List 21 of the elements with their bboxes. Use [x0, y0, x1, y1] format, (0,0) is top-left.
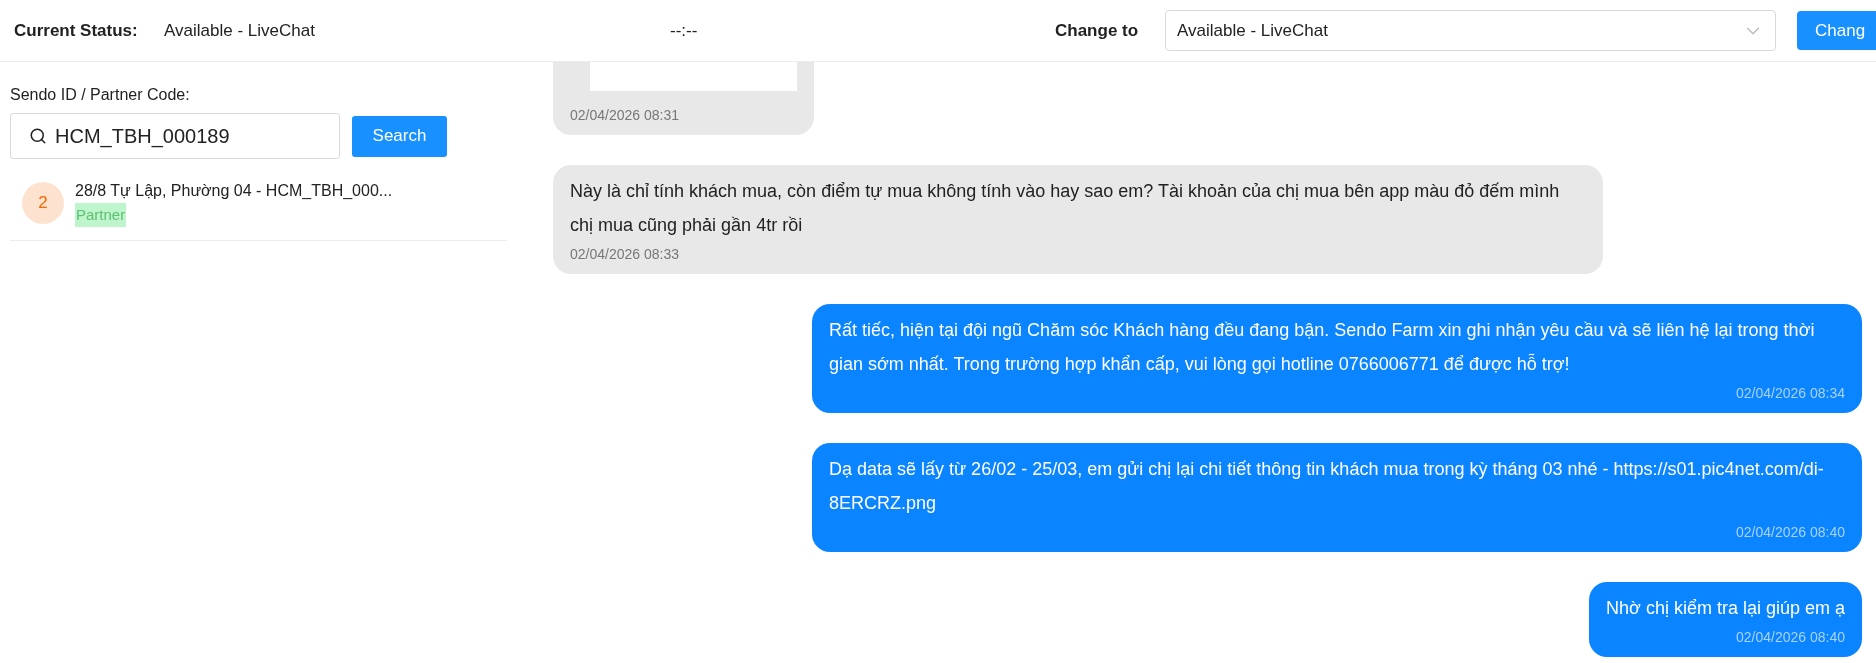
search-field[interactable]: HCM_TBH_000189	[10, 113, 340, 159]
current-status: Available - LiveChat	[164, 19, 316, 42]
search-label: Sendo ID / Partner Code:	[10, 85, 191, 105]
message-text: Rất tiếc, hiện tại đội ngũ Chăm sóc Khách hàng đều đang bận. Sendo Farm xin ghi nhận yêu cầu và sẽ liên hệ lại trong thời gian sớm nhất. Trong trường hợp khẩn cấp, vui lòng gọi hotline 0766006771 để được hỗ trợ!	[829, 319, 1816, 376]
message-time: 02/04/2026 08:40	[1736, 523, 1845, 542]
message-time: 02/04/2026 08:33	[570, 245, 679, 264]
timer: --:--	[670, 19, 699, 42]
change-to-label: Change to	[1055, 19, 1140, 42]
search-icon	[29, 127, 47, 145]
message-time: 02/04/2026 08:40	[1736, 628, 1845, 647]
partner-tag: Partner	[75, 203, 127, 227]
message-time: 02/04/2026 08:34	[1736, 384, 1845, 403]
message-text: Này là chỉ tính khách mua, còn điểm tự mua không tính vào hay sao em? Tài khoản của chị mua bên app màu đỏ đếm mình chị mua cũng phải gần 4tr rồi	[570, 180, 1561, 237]
message-text: Nhờ chị kiểm tra lại giúp em ạ	[1606, 597, 1845, 620]
status-label: Current Status:	[14, 19, 139, 42]
message-text: Dạ data sẽ lấy từ 26/02 - 25/03, em gửi chị lại chi tiết thông tin khách mua trong kỳ tháng 03 nhé - https://s01.pic4net.com/di-8ERCRZ.png	[829, 458, 1825, 515]
result-item[interactable]: 2 28/8 Tự Lập, Phường 04 - HCM_TBH_000... Partner	[10, 179, 507, 241]
message-time: 02/04/2026 08:31	[570, 106, 679, 125]
count-badge: 2	[22, 182, 64, 224]
result-title: 28/8 Tự Lập, Phường 04 - HCM_TBH_000...	[75, 181, 393, 201]
status-select[interactable]: Available - LiveChat	[1165, 10, 1776, 51]
